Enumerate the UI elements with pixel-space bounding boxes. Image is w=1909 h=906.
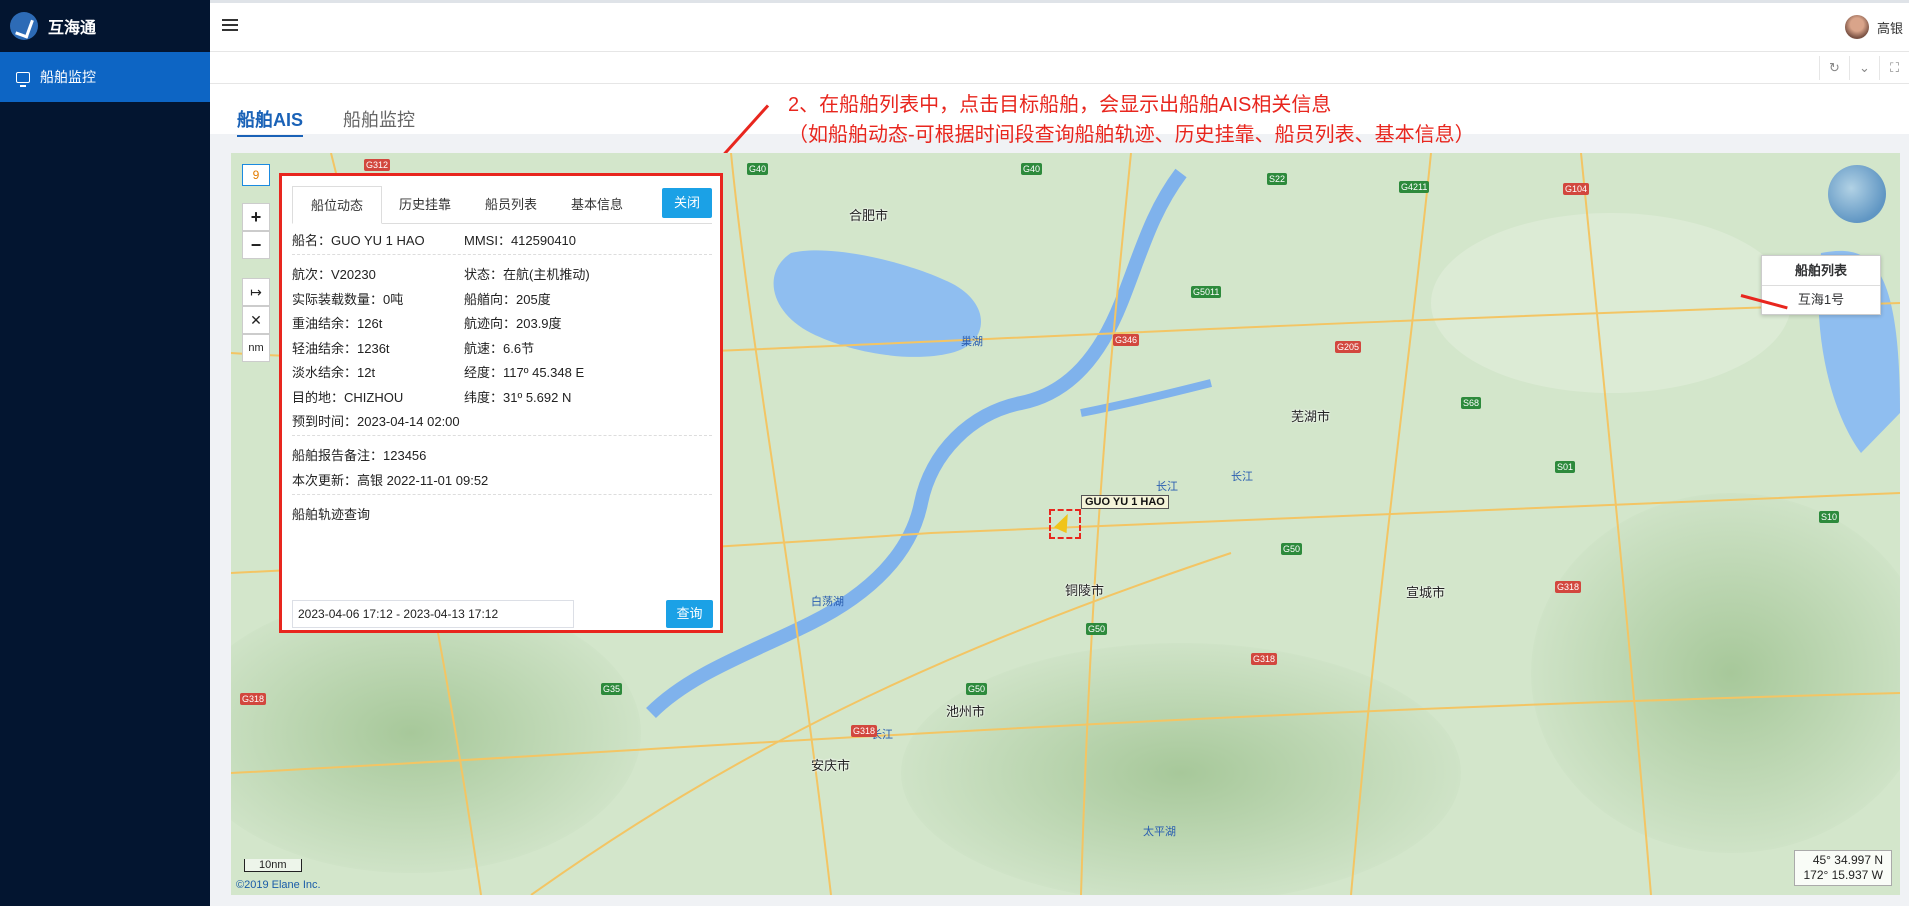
tab-basic-info[interactable]: 基本信息	[554, 186, 640, 224]
road-marker: G40	[747, 163, 769, 175]
tag-bar: ↻ ⌄ ⛶	[210, 52, 1909, 84]
destination: 目的地：CHIZHOU	[292, 390, 404, 405]
eta: 预到时间：2023-04-14 02:00	[292, 414, 460, 429]
monitor-icon	[16, 71, 30, 87]
sidebar-item-label: 船舶监控	[40, 69, 96, 85]
road-marker: G104	[1563, 183, 1590, 195]
map-view[interactable]: 合肥市 芜湖市 铜陵市 宣城市 池州市 安庆市 巢湖 长江 长江 长江 白荡湖 …	[231, 153, 1900, 895]
scale-bar: 10nm	[244, 859, 302, 872]
city-label: 铜陵市	[1065, 583, 1105, 598]
zoom-in-button[interactable]: +	[242, 203, 270, 231]
fresh-water: 淡水结余：12t	[292, 365, 376, 380]
city-label: 合肥市	[849, 208, 889, 223]
report-remark: 船舶报告备注：123456	[292, 448, 427, 463]
road-marker: G50	[1086, 623, 1108, 635]
road-marker: G5011	[1191, 286, 1222, 298]
ship-label[interactable]: GUO YU 1 HAO	[1081, 495, 1169, 509]
copyright: ©2019 Elane Inc.	[236, 879, 321, 891]
road-marker: G50	[1281, 543, 1303, 555]
road-marker: S01	[1555, 461, 1576, 473]
track-query-title: 船舶轨迹查询	[292, 507, 371, 522]
fullscreen-icon[interactable]: ⛶	[1879, 56, 1909, 80]
map-label: 白荡湖	[811, 596, 844, 608]
map-label: 巢湖	[961, 336, 983, 348]
info-tabs: 船位动态 历史挂靠 船员列表 基本信息 关闭	[292, 186, 712, 224]
road-marker: G318	[240, 693, 267, 705]
longitude: 经度：117º 45.348 E	[464, 365, 585, 380]
nav-status: 状态：在航(主机推动)	[464, 267, 590, 282]
close-button[interactable]: 关闭	[662, 188, 712, 218]
ship-mmsi: MMSI：412590410	[464, 233, 577, 248]
road-marker: S68	[1461, 397, 1482, 409]
road-marker: G205	[1335, 341, 1362, 353]
road-marker: G318	[1555, 581, 1582, 593]
map-label: 长江	[1231, 471, 1253, 483]
road-marker: G40	[1021, 163, 1043, 175]
coordinate-readout: 45° 34.997 N 172° 15.937 W	[1794, 850, 1892, 886]
unit-toggle[interactable]: nm	[242, 334, 270, 362]
cargo-quantity: 实际装载数量：0吨	[292, 292, 404, 307]
divider	[292, 254, 712, 255]
road-marker: G4211	[1399, 181, 1430, 193]
road-marker: S10	[1819, 511, 1840, 523]
user-menu[interactable]: 高银	[1844, 15, 1909, 39]
city-label: 宣城市	[1406, 585, 1446, 600]
coord-lon: 172° 15.937 W	[1803, 868, 1883, 882]
measure-icon[interactable]: ↦	[242, 278, 270, 306]
zoom-out-button[interactable]: −	[242, 231, 270, 259]
tab-port-history[interactable]: 历史挂靠	[382, 186, 468, 224]
divider	[292, 435, 712, 436]
map-label: 太平湖	[1143, 826, 1176, 838]
clear-icon[interactable]: ✕	[242, 306, 270, 334]
ship-info-panel: 船位动态 历史挂靠 船员列表 基本信息 关闭 船名：GUO YU 1 HAO M…	[279, 173, 723, 633]
voyage: 航次：V20230	[292, 267, 376, 282]
app-title: 互海通	[48, 20, 97, 37]
menu-fold-icon[interactable]	[222, 19, 238, 33]
user-name: 高银	[1876, 20, 1903, 36]
tab-ship-ais[interactable]: 船舶AIS	[237, 106, 304, 137]
time-range-input[interactable]: 2023-04-06 17:12 - 2023-04-13 17:12	[292, 600, 574, 628]
tab-ship-monitor[interactable]: 船舶监控	[343, 106, 415, 132]
course: 航迹向：203.9度	[464, 316, 562, 331]
top-header: 高银	[210, 0, 1909, 52]
last-update: 本次更新：高银 2022-11-01 09:52	[292, 473, 489, 488]
ship-list-item[interactable]: 互海1号	[1762, 286, 1880, 314]
chevron-down-icon[interactable]: ⌄	[1849, 56, 1879, 80]
heading: 船艏向：205度	[464, 292, 551, 307]
city-label: 安庆市	[811, 758, 851, 773]
road-marker: S22	[1267, 173, 1288, 185]
road-marker: G318	[1251, 653, 1278, 665]
city-label: 芜湖市	[1291, 409, 1331, 424]
refresh-icon[interactable]: ↻	[1819, 56, 1849, 80]
ship-name: 船名：GUO YU 1 HAO	[292, 233, 425, 248]
annotation-line-2: （如船舶动态-可根据时间段查询船舶轨迹、历史挂靠、船员列表、基本信息）	[788, 124, 1475, 146]
road-marker: G346	[1113, 334, 1140, 346]
annotation-line-1: 2、在船舶列表中，点击目标船舶，会显示出船舶AIS相关信息	[788, 94, 1332, 116]
heavy-oil: 重油结余：126t	[292, 316, 383, 331]
tab-crew-list[interactable]: 船员列表	[468, 186, 554, 224]
ship-list-title: 船舶列表	[1762, 256, 1880, 286]
speed: 航速：6.6节	[464, 341, 535, 356]
road-marker: G50	[966, 683, 988, 695]
query-button[interactable]: 查询	[666, 600, 713, 628]
road-marker: G318	[851, 725, 878, 737]
coord-lat: 45° 34.997 N	[1812, 853, 1883, 867]
avatar	[1844, 15, 1869, 39]
divider	[292, 494, 712, 495]
compass-icon[interactable]	[1828, 165, 1886, 223]
tab-ship-position[interactable]: 船位动态	[292, 186, 382, 224]
road-marker: G35	[601, 683, 623, 695]
sidebar: 互海通 船舶监控	[0, 0, 210, 906]
logo-icon	[10, 12, 38, 40]
sidebar-item-ship-monitor[interactable]: 船舶监控	[0, 52, 210, 102]
road-marker: G312	[364, 159, 391, 171]
city-label: 池州市	[946, 704, 986, 719]
latitude: 纬度：31º 5.692 N	[464, 390, 572, 405]
map-label: 长江	[1156, 481, 1178, 493]
app-logo[interactable]: 互海通	[0, 0, 210, 52]
light-oil: 轻油结余：1236t	[292, 341, 390, 356]
zoom-level: 9	[242, 164, 270, 186]
